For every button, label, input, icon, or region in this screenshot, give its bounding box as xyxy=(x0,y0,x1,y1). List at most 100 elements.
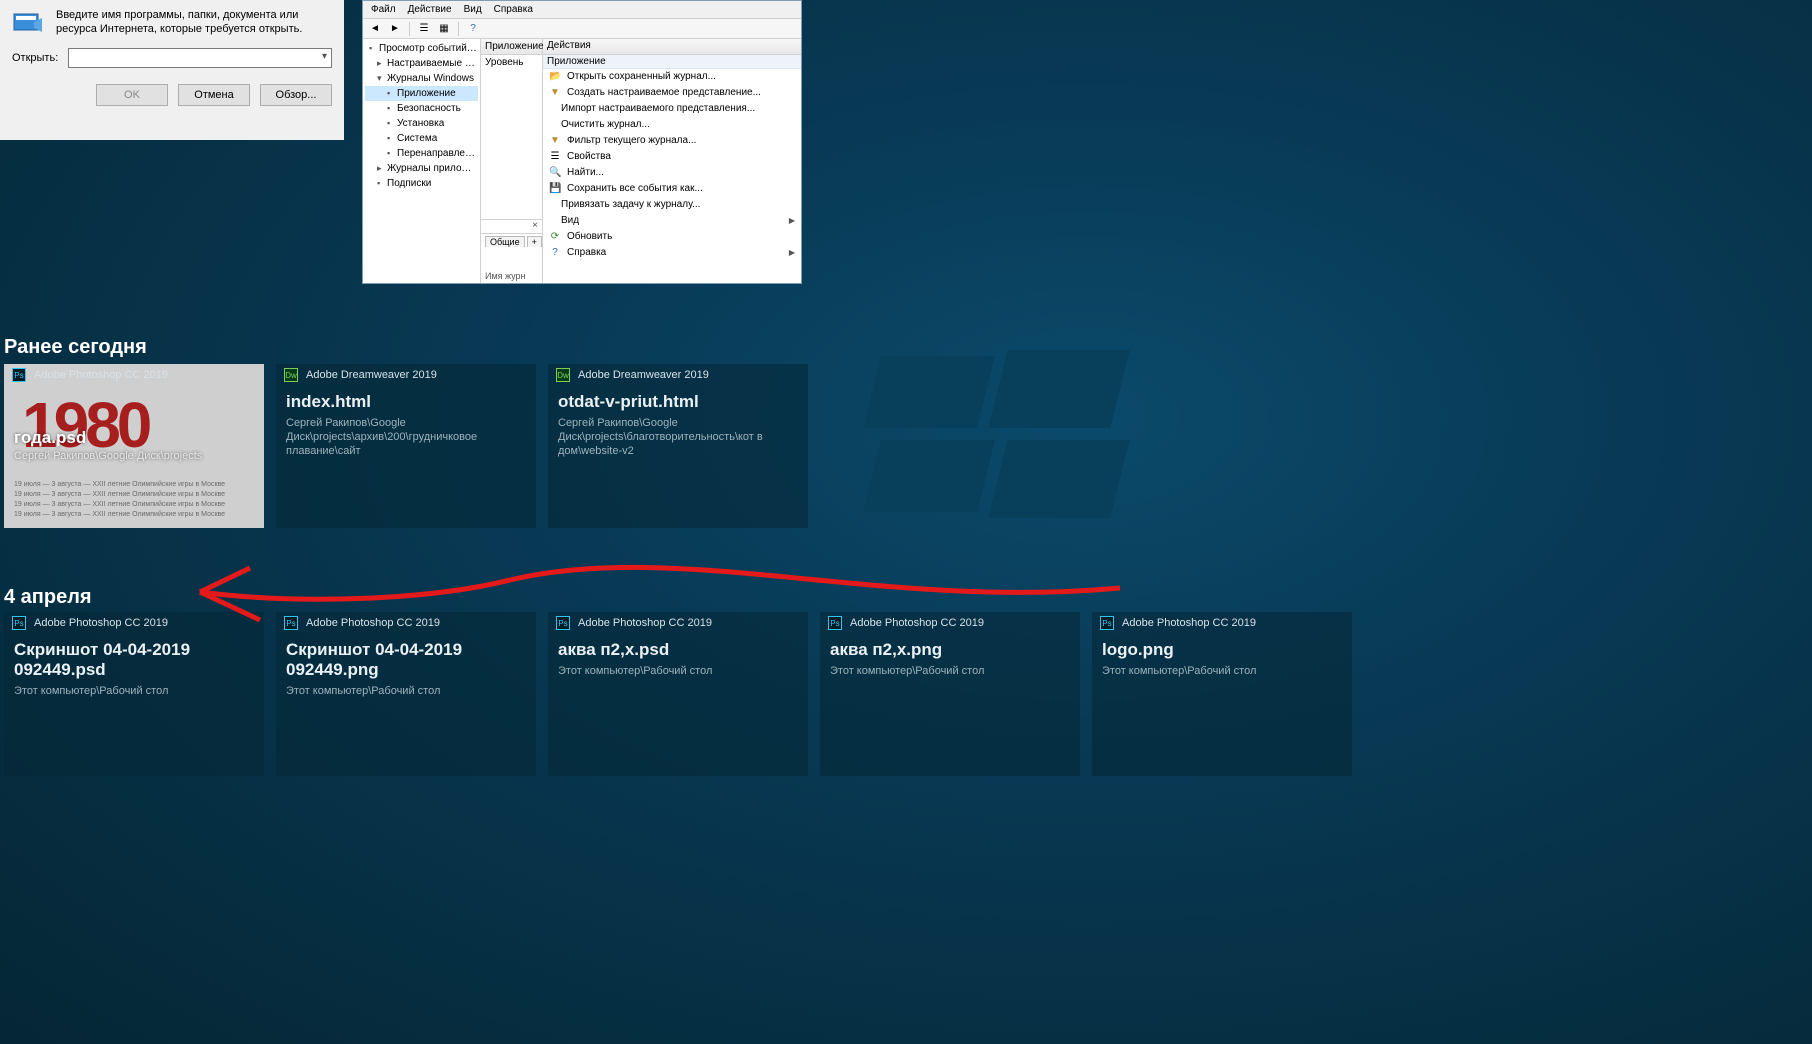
card-app: Adobe Dreamweaver 2019 xyxy=(306,369,437,381)
run-open-input[interactable] xyxy=(68,48,332,68)
action-view[interactable]: Вид▶ xyxy=(543,213,801,229)
tree-subscriptions[interactable]: ▪Подписки xyxy=(365,176,478,191)
timeline-card[interactable]: PsAdobe Photoshop CC 2019 logo.png Этот … xyxy=(1092,612,1352,776)
action-import-view[interactable]: Импорт настраиваемого представления... xyxy=(543,101,801,117)
card-title: Скриншот 04-04-2019 092449.png xyxy=(286,640,526,680)
toolbar-icon[interactable]: ▦ xyxy=(436,21,452,37)
center-close-icon[interactable]: × xyxy=(481,219,542,233)
event-viewer-center: Приложение▬ Уровень × Общие + Имя журн xyxy=(481,39,543,283)
photoshop-badge-icon: Ps xyxy=(556,616,570,630)
run-icon xyxy=(12,8,44,36)
event-viewer-tree[interactable]: ▪Просмотр событий (Локальный) ▸Настраива… xyxy=(363,39,481,283)
nav-fwd-icon[interactable]: ► xyxy=(387,21,403,37)
nav-back-icon[interactable]: ◄ xyxy=(367,21,383,37)
action-find[interactable]: 🔍Найти... xyxy=(543,165,801,181)
actions-section: Приложение xyxy=(543,55,801,69)
action-create-view[interactable]: ▼Создать настраиваемое представление... xyxy=(543,85,801,101)
action-properties[interactable]: ☰Свойства xyxy=(543,149,801,165)
card-app: Adobe Photoshop CC 2019 xyxy=(1122,617,1256,629)
tree-application[interactable]: ▪Приложение xyxy=(365,86,478,101)
card-path: Сергей Ракипов\Google Диск\projects\благ… xyxy=(558,416,798,458)
center-tab-general[interactable]: Общие xyxy=(485,236,525,247)
card-app: Adobe Photoshop CC 2019 xyxy=(306,617,440,629)
card-path: Этот компьютер\Рабочий стол xyxy=(558,664,798,678)
tree-apps-services[interactable]: ▸Журналы приложений и служб xyxy=(365,161,478,176)
card-path: Сергей Ракипов\Google Диск\projects xyxy=(14,450,202,462)
timeline-card[interactable]: Dw Adobe Dreamweaver 2019 index.html Серг… xyxy=(276,364,536,528)
action-attach-task[interactable]: Привязать задачу к журналу... xyxy=(543,197,801,213)
properties-icon: ☰ xyxy=(549,150,561,164)
save-icon: 💾 xyxy=(549,182,561,196)
timeline-card[interactable]: PsAdobe Photoshop CC 2019 1980 года.psd … xyxy=(4,364,264,528)
card-path: Этот компьютер\Рабочий стол xyxy=(830,664,1070,678)
tree-system[interactable]: ▪Система xyxy=(365,131,478,146)
event-viewer-window: Файл Действие Вид Справка ◄ ► ☰ ▦ ? ▪Про… xyxy=(362,0,802,284)
help-icon: ? xyxy=(549,246,561,260)
menu-file[interactable]: Файл xyxy=(371,4,396,15)
folder-open-icon: 📂 xyxy=(549,70,561,84)
timeline-card[interactable]: Ps Adobe Photoshop CC 2019 Скриншот 04-04… xyxy=(276,612,536,776)
menu-view[interactable]: Вид xyxy=(464,4,482,15)
card-app: Adobe Photoshop CC 2019 xyxy=(578,617,712,629)
action-help[interactable]: ?Справка▶ xyxy=(543,245,801,261)
find-icon: 🔍 xyxy=(549,166,561,180)
run-ok-button[interactable]: OK xyxy=(96,84,168,106)
tree-custom-views[interactable]: ▸Настраиваемые представления xyxy=(365,56,478,71)
toolbar-help-icon[interactable]: ? xyxy=(465,21,481,37)
filter-icon: ▼ xyxy=(549,86,561,100)
card-path: Этот компьютер\Рабочий стол xyxy=(1102,664,1342,678)
tree-security[interactable]: ▪Безопасность xyxy=(365,101,478,116)
card-app: Adobe Dreamweaver 2019 xyxy=(578,369,709,381)
timeline-card[interactable]: PsAdobe Photoshop CC 2019 аква п2,x.png … xyxy=(820,612,1080,776)
center-tab-plus[interactable]: + xyxy=(527,236,542,247)
tree-windows-logs[interactable]: ▾Журналы Windows xyxy=(365,71,478,86)
action-open-saved[interactable]: 📂Открыть сохраненный журнал... xyxy=(543,69,801,85)
photoshop-badge-icon: Ps xyxy=(284,616,298,630)
action-refresh[interactable]: ⟳Обновить xyxy=(543,229,801,245)
center-column-level: Уровень xyxy=(481,55,542,219)
photoshop-badge-icon: Ps xyxy=(12,368,26,382)
action-filter[interactable]: ▼Фильтр текущего журнала... xyxy=(543,133,801,149)
center-log-name: Имя журн xyxy=(485,271,538,281)
thumb-text: 19 июля — 3 августа — XXII летние Олимпи… xyxy=(14,480,254,520)
section-earlier-today: Ранее сегодня xyxy=(4,336,147,359)
card-path: Этот компьютер\Рабочий стол xyxy=(286,684,526,698)
event-viewer-actions: Действия Приложение 📂Открыть сохраненный… xyxy=(543,39,801,283)
card-title: Скриншот 04-04-2019 092449.psd xyxy=(14,640,254,680)
card-app: Adobe Photoshop CC 2019 xyxy=(850,617,984,629)
card-title: otdat-v-priut.html xyxy=(558,392,798,412)
filter-icon: ▼ xyxy=(549,134,561,148)
action-clear-log[interactable]: Очистить журнал... xyxy=(543,117,801,133)
tree-setup[interactable]: ▪Установка xyxy=(365,116,478,131)
center-header: Приложение xyxy=(485,41,544,52)
dreamweaver-badge-icon: Dw xyxy=(284,368,298,382)
run-cancel-button[interactable]: Отмена xyxy=(178,84,250,106)
photoshop-badge-icon: Ps xyxy=(12,616,26,630)
refresh-icon: ⟳ xyxy=(549,230,561,244)
event-viewer-toolbar: ◄ ► ☰ ▦ ? xyxy=(363,19,801,39)
menu-help[interactable]: Справка xyxy=(494,4,533,15)
run-browse-button[interactable]: Обзор... xyxy=(260,84,332,106)
card-path: Сергей Ракипов\Google Диск\projects\архи… xyxy=(286,416,526,458)
dreamweaver-badge-icon: Dw xyxy=(556,368,570,382)
timeline-card[interactable]: PsAdobe Photoshop CC 2019 аква п2,x.psd … xyxy=(548,612,808,776)
card-title: аква п2,x.psd xyxy=(558,640,798,660)
card-title: logo.png xyxy=(1102,640,1342,660)
card-title: index.html xyxy=(286,392,526,412)
event-viewer-menu: Файл Действие Вид Справка xyxy=(363,1,801,19)
card-app: Adobe Photoshop CC 2019 xyxy=(34,617,168,629)
windows-logo xyxy=(872,350,1132,520)
card-app: Adobe Photoshop CC 2019 xyxy=(34,369,168,381)
tree-forwarded[interactable]: ▪Перенаправленные события xyxy=(365,146,478,161)
timeline-card[interactable]: Dw Adobe Dreamweaver 2019 otdat-v-priut.h… xyxy=(548,364,808,528)
run-prompt: Введите имя программы, папки, документа … xyxy=(56,8,332,36)
timeline-card[interactable]: Ps Adobe Photoshop CC 2019 Скриншот 04-04… xyxy=(4,612,264,776)
menu-action[interactable]: Действие xyxy=(408,4,452,15)
section-april4: 4 апреля xyxy=(4,586,92,609)
card-title: года.psd xyxy=(14,428,86,448)
tree-root[interactable]: ▪Просмотр событий (Локальный) xyxy=(365,41,478,56)
run-dialog: Введите имя программы, папки, документа … xyxy=(0,0,344,140)
toolbar-icon[interactable]: ☰ xyxy=(416,21,432,37)
actions-header: Действия xyxy=(543,39,801,55)
action-save-all[interactable]: 💾Сохранить все события как... xyxy=(543,181,801,197)
